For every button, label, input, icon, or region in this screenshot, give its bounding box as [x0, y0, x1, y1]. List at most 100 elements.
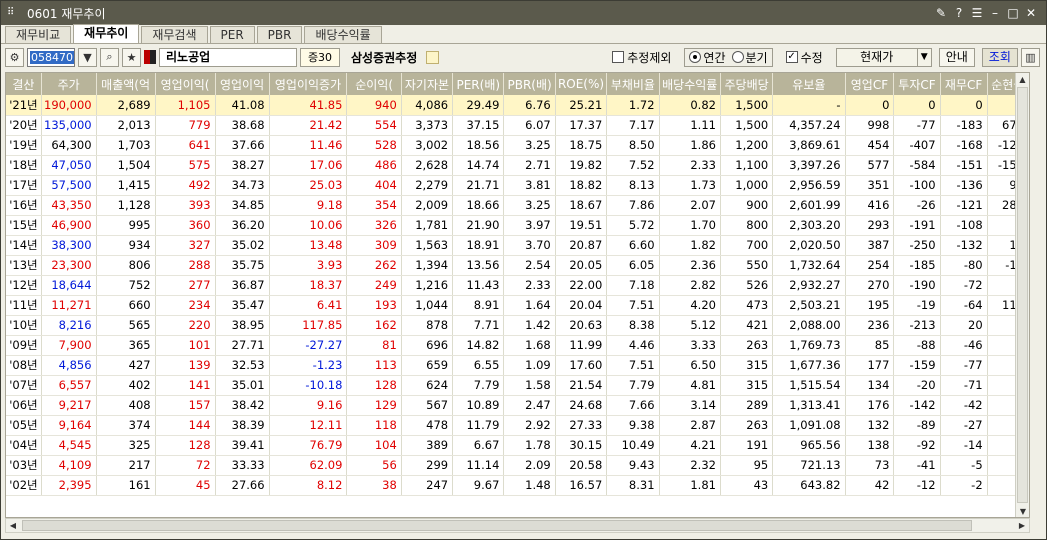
table-cell: '21년 — [6, 95, 42, 116]
vertical-scrollbar[interactable]: ▲ ▼ — [1015, 73, 1029, 517]
table-cell: 554 — [346, 115, 402, 136]
table-row[interactable]: '02년 2,395 161 45 27.66 8.12 38 247 9.67 1.48 16.5… — [6, 475, 1029, 496]
table-row[interactable]: '17년 57,500 1,415 492 34.73 25.03 404 2,279 21.7… — [6, 175, 1029, 196]
table-cell: 7.18 — [606, 275, 660, 296]
exclude-estimate-box[interactable] — [612, 51, 625, 63]
table-row[interactable]: '06년 9,217 408 157 38.42 9.16 129 567 10.89 2.47 2… — [6, 395, 1029, 416]
table-cell: 2,279 — [401, 175, 454, 196]
table-cell: 325 — [96, 435, 156, 456]
column-header[interactable]: 부채비율 — [606, 73, 660, 95]
table-cell: 1,504 — [96, 155, 156, 176]
tab-pbr[interactable]: PBR — [256, 26, 303, 43]
table-cell: 141 — [155, 375, 216, 396]
revised-checkbox[interactable]: ✓ 수정 — [785, 49, 823, 66]
chevron-down-icon[interactable]: ▼ — [916, 48, 931, 66]
table-row[interactable]: '09년 7,900 365 101 27.71 -27.27 81 696 14.82 1.68… — [6, 335, 1029, 356]
column-header[interactable]: 순이익( — [346, 73, 402, 95]
column-header[interactable]: 자기자본 — [401, 73, 454, 95]
search-icon[interactable]: ⌕ — [100, 47, 119, 67]
table-row[interactable]: '03년 4,109 217 72 33.33 62.09 56 299 11.14 2.09 20… — [6, 455, 1029, 476]
menu-icon[interactable]: ☰ — [968, 6, 986, 20]
table-cell: 800 — [720, 215, 774, 236]
settings-icon[interactable]: ⚙ — [5, 47, 24, 67]
column-header[interactable]: PBR(배) — [503, 73, 556, 95]
column-header[interactable]: 영업CF — [845, 73, 895, 95]
table-row[interactable]: '16년 43,350 1,128 393 34.85 9.18 354 2,009 18.66… — [6, 195, 1029, 216]
revised-check-icon[interactable]: ✓ — [785, 51, 798, 63]
column-header[interactable]: 영업이익 — [215, 73, 270, 95]
table-row[interactable]: '18년 47,050 1,504 575 38.27 17.06 486 2,628 14.7… — [6, 155, 1029, 176]
table-row[interactable]: '14년 38,300 934 327 35.02 13.48 309 1,563 18.91 3… — [6, 235, 1029, 256]
column-header[interactable]: 영업이익증가 — [269, 73, 348, 95]
column-header[interactable]: 유보율 — [772, 73, 846, 95]
price-mode-select[interactable]: 현재가 ▼ — [835, 47, 932, 67]
pin-icon[interactable]: ✎ — [932, 6, 950, 20]
table-cell: 19.82 — [555, 155, 608, 176]
column-header[interactable]: PER(배) — [452, 73, 505, 95]
favorite-star-icon[interactable]: ★ — [122, 47, 141, 67]
guide-button[interactable]: 안내 — [938, 47, 975, 67]
column-header[interactable]: 영업이익( — [155, 73, 216, 95]
column-header[interactable]: ROE(%) — [555, 73, 608, 95]
quarter-radio[interactable]: 분기 — [731, 49, 768, 66]
table-row[interactable]: '11년 11,271 660 234 35.47 6.41 193 1,044 8.91 1.6… — [6, 295, 1029, 316]
table-cell: 4,086 — [401, 95, 454, 116]
exclude-estimate-checkbox[interactable]: 추정제외 — [612, 49, 671, 66]
scroll-right-icon[interactable]: ▶ — [1015, 519, 1029, 532]
table-row[interactable]: '21년 190,000 2,689 1,105 41.08 41.85 940 4,086 2… — [6, 95, 1029, 116]
code-dropdown-icon[interactable]: ▼ — [78, 47, 97, 67]
scroll-left-icon[interactable]: ◀ — [6, 519, 20, 532]
annual-radio-dot[interactable] — [689, 51, 702, 63]
column-header[interactable]: 투자CF — [893, 73, 941, 95]
column-header[interactable]: 주당배당 — [720, 73, 774, 95]
horizontal-scroll-thumb[interactable] — [22, 520, 972, 531]
tab-financial-trend[interactable]: 재무추이 — [73, 24, 140, 43]
quarter-radio-dot[interactable] — [731, 51, 744, 63]
help-icon[interactable]: ? — [950, 6, 968, 20]
column-header[interactable]: 결산 — [6, 73, 42, 95]
table-cell: 56 — [346, 455, 402, 476]
table-cell: 1.86 — [659, 135, 721, 156]
scroll-up-icon[interactable]: ▲ — [1016, 73, 1029, 87]
table-cell: 1.42 — [503, 315, 556, 336]
column-header[interactable]: 주가 — [41, 73, 97, 95]
close-icon[interactable]: ✕ — [1022, 6, 1040, 20]
table-row[interactable]: '19년 64,300 1,703 641 37.66 11.46 528 3,002 18.5… — [6, 135, 1029, 156]
query-button[interactable]: 조회 — [981, 47, 1018, 67]
tab-financial-search[interactable]: 재무검색 — [141, 26, 208, 43]
table-row[interactable]: '08년 4,856 427 139 32.53 -1.23 113 659 6.55 1.09 1… — [6, 355, 1029, 376]
table-row[interactable]: '20년 135,000 2,013 779 38.68 21.42 554 3,373 37.… — [6, 115, 1029, 136]
column-header[interactable]: 재무CF — [940, 73, 988, 95]
maximize-icon[interactable]: □ — [1004, 6, 1022, 20]
stock-code-input[interactable]: 058470 — [27, 47, 75, 67]
column-header[interactable]: 배당수익률 — [659, 73, 721, 95]
tab-per[interactable]: PER — [209, 26, 255, 43]
table-cell: 236 — [845, 315, 895, 336]
annual-radio[interactable]: 연간 — [689, 49, 726, 66]
scroll-down-icon[interactable]: ▼ — [1016, 505, 1029, 517]
tab-dividend-yield[interactable]: 배당수익률 — [304, 26, 382, 43]
table-row[interactable]: '05년 9,164 374 144 38.39 12.11 118 478 11.79 2.92… — [6, 415, 1029, 436]
table-cell: 965.56 — [772, 435, 846, 456]
table-row[interactable]: '07년 6,557 402 141 35.01 -10.18 128 624 7.79 1.58… — [6, 375, 1029, 396]
tab-financial-compare[interactable]: 재무비교 — [5, 26, 72, 43]
table-cell: 132 — [845, 415, 895, 436]
table-cell: 1.72 — [606, 95, 660, 116]
table-cell: -42 — [940, 395, 988, 416]
table-cell: 427 — [96, 355, 156, 376]
vertical-scroll-thumb[interactable] — [1017, 87, 1028, 503]
table-row[interactable]: '15년 46,900 995 360 36.20 10.06 326 1,781 21.90 3… — [6, 215, 1029, 236]
horizontal-scrollbar[interactable]: ◀ ▶ — [5, 518, 1030, 533]
table-cell: 18.56 — [452, 135, 505, 156]
table-row[interactable]: '10년 8,216 565 220 38.95 117.85 162 878 7.71 1.42… — [6, 315, 1029, 336]
table-row[interactable]: '04년 4,545 325 128 39.41 76.79 104 389 6.67 1.78 3… — [6, 435, 1029, 456]
table-cell: 4,109 — [41, 455, 97, 476]
minimize-icon[interactable]: – — [986, 6, 1004, 20]
table-cell: 402 — [96, 375, 156, 396]
table-cell: 190,000 — [41, 95, 97, 116]
column-header[interactable]: 매출액(억 — [96, 73, 156, 95]
chart-icon[interactable]: ▥ — [1020, 47, 1040, 67]
table-row[interactable]: '13년 23,300 806 288 35.75 3.93 262 1,394 13.56 2.… — [6, 255, 1029, 276]
table-cell: 1.78 — [503, 435, 556, 456]
table-row[interactable]: '12년 18,644 752 277 36.87 18.37 249 1,216 11.43 2… — [6, 275, 1029, 296]
